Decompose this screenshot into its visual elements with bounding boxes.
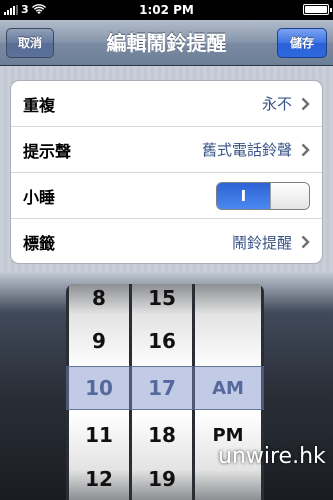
cancel-button[interactable]: 取消 xyxy=(6,28,54,58)
settings-area: 重複 永不 提示聲 舊式電話鈴聲 小睡 I 標籤 鬧鈴提醒 xyxy=(0,66,333,272)
chevron-right-icon xyxy=(301,143,310,156)
toggle-on-text: I xyxy=(217,183,270,209)
settings-group: 重複 永不 提示聲 舊式電話鈴聲 小睡 I 標籤 鬧鈴提醒 xyxy=(10,80,323,264)
toggle-knob[interactable] xyxy=(269,183,309,209)
repeat-label: 重複 xyxy=(23,95,56,115)
snooze-row: 小睡 I xyxy=(11,173,322,219)
hour-item[interactable]: 12 xyxy=(69,467,129,491)
watermark-logo: unwire.hk xyxy=(218,444,326,469)
minute-item[interactable]: 16 xyxy=(132,329,192,353)
sound-label: 提示聲 xyxy=(23,141,72,161)
ampm-item[interactable]: PM xyxy=(195,425,261,446)
tag-row[interactable]: 標籤 鬧鈴提醒 xyxy=(11,219,322,263)
tag-value: 鬧鈴提醒 xyxy=(231,233,292,252)
status-bar: 3 1:02 PM xyxy=(0,0,333,20)
navigation-bar: 取消 編輯鬧鈴提醒 儲存 xyxy=(0,20,333,66)
minute-item[interactable]: 19 xyxy=(132,467,192,491)
save-button[interactable]: 儲存 xyxy=(277,28,327,58)
sound-row[interactable]: 提示聲 舊式電話鈴聲 xyxy=(11,127,322,173)
sound-value: 舊式電話鈴聲 xyxy=(201,141,292,159)
picker-selection-band xyxy=(66,366,264,410)
repeat-row[interactable]: 重複 永不 xyxy=(11,81,322,127)
snooze-toggle[interactable]: I xyxy=(216,182,310,210)
hour-item[interactable]: 11 xyxy=(69,423,129,447)
hour-item[interactable]: 9 xyxy=(69,329,129,353)
page-title: 編輯鬧鈴提醒 xyxy=(106,31,227,55)
hour-item[interactable]: 8 xyxy=(69,286,129,310)
minute-item[interactable]: 15 xyxy=(132,286,192,310)
battery-icon xyxy=(303,4,332,15)
minute-item[interactable]: 18 xyxy=(132,423,192,447)
tag-label: 標籤 xyxy=(23,234,56,253)
repeat-value: 永不 xyxy=(261,95,292,113)
status-time: 1:02 PM xyxy=(139,3,194,17)
chevron-right-icon xyxy=(301,97,310,110)
snooze-label: 小睡 xyxy=(23,187,56,207)
chevron-right-icon xyxy=(301,235,310,249)
